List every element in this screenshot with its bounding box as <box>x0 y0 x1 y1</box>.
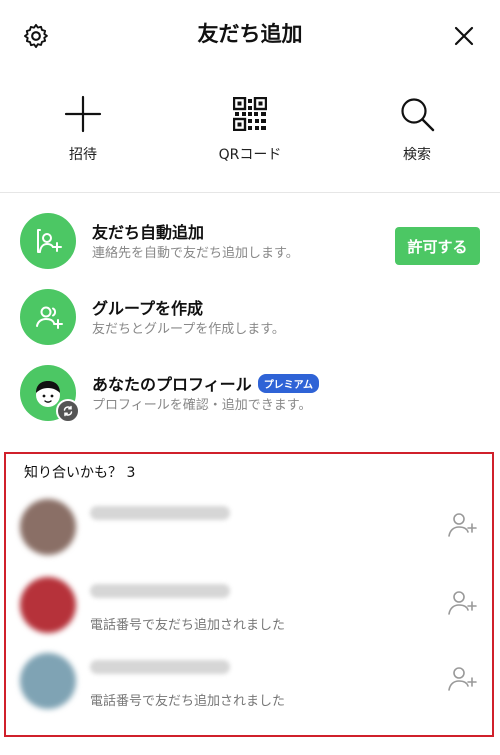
suggestion-avatar <box>20 499 76 555</box>
profile-row[interactable]: あなたのプロフィール プレミアム プロフィールを確認・追加できます。 <box>0 359 500 431</box>
search-icon <box>347 90 487 138</box>
auto-add-row: 友だち自動追加 連絡先を自動で友だち追加します。 許可する <box>0 207 500 279</box>
suggestion-row[interactable] <box>6 492 492 562</box>
close-icon[interactable] <box>444 16 484 56</box>
search-label: 検索 <box>403 147 431 163</box>
plus-icon <box>13 90 153 138</box>
create-group-subtitle: 友だちとグループを作成します。 <box>92 322 285 337</box>
auto-add-title: 友だち自動追加 <box>92 223 205 242</box>
add-friend-icon[interactable] <box>446 664 478 692</box>
profile-title: あなたのプロフィール <box>92 375 252 394</box>
profile-title-wrap: あなたのプロフィール プレミアム <box>92 371 319 395</box>
header: 友だち追加 <box>0 0 500 72</box>
suggestion-avatar <box>20 653 76 709</box>
create-group-row[interactable]: グループを作成 友だちとグループを作成します。 <box>0 283 500 355</box>
premium-badge: プレミアム <box>257 374 319 393</box>
suggestion-row[interactable]: 電話番号で友だち追加されました <box>6 646 492 716</box>
profile-subtitle: プロフィールを確認・追加できます。 <box>92 398 312 413</box>
suggestion-avatar <box>20 577 76 633</box>
add-method-actions: 招待 QRコード 検索 <box>0 90 500 190</box>
suggestion-name-blurred <box>90 506 230 520</box>
section-divider <box>0 192 500 193</box>
qr-code-button[interactable]: QRコード <box>180 90 320 164</box>
invite-button[interactable]: 招待 <box>13 90 153 164</box>
qr-code-icon <box>180 90 320 138</box>
sync-badge-icon <box>56 399 80 423</box>
suggestion-name-blurred <box>90 660 230 674</box>
contact-add-icon <box>20 213 76 269</box>
suggestion-name-blurred <box>90 584 230 598</box>
allow-button[interactable]: 許可する <box>395 227 480 265</box>
suggestion-subtitle: 電話番号で友だち追加されました <box>90 618 286 633</box>
add-friend-icon[interactable] <box>446 510 478 538</box>
invite-label: 招待 <box>69 147 97 163</box>
add-friend-icon[interactable] <box>446 588 478 616</box>
auto-add-subtitle: 連絡先を自動で友だち追加します。 <box>92 246 299 261</box>
suggestion-row[interactable]: 電話番号で友だち追加されました <box>6 570 492 640</box>
suggestions-title: 知り合いかも？ 3 <box>24 465 136 481</box>
create-group-title: グループを作成 <box>92 299 204 318</box>
qr-code-label: QRコード <box>218 147 282 163</box>
search-button[interactable]: 検索 <box>347 90 487 164</box>
group-add-icon <box>20 289 76 345</box>
suggestions-section: 知り合いかも？ 3 電話番号で友だち追加されました 電話番号で友だち追加されまし… <box>4 452 494 737</box>
suggestion-subtitle: 電話番号で友だち追加されました <box>90 694 286 709</box>
page-title: 友だち追加 <box>197 22 303 46</box>
